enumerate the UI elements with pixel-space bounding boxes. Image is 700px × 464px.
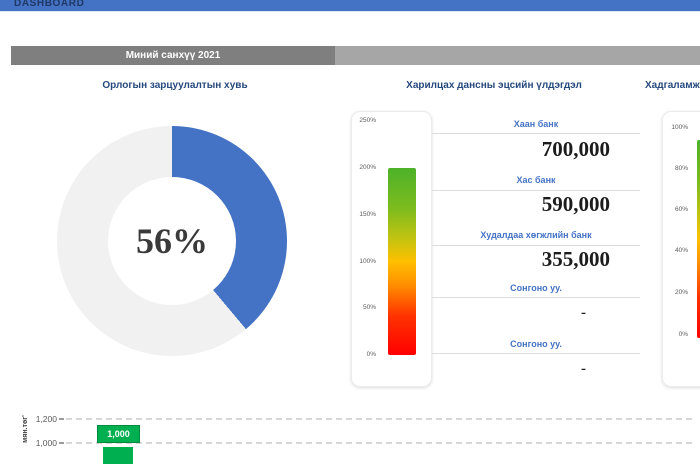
- account-name-dropdown[interactable]: Хас банк: [432, 175, 640, 185]
- savings-gauge-tick: 100%: [664, 124, 688, 131]
- savings-gauge-tick: 20%: [664, 289, 688, 296]
- accounts-gauge-tick: 150%: [352, 211, 376, 218]
- bar-chart-y-tick: 1,200: [27, 414, 57, 424]
- account-balance: -: [432, 361, 586, 378]
- accounts-gauge-tick: 200%: [352, 164, 376, 171]
- bar-series-column: [103, 447, 133, 464]
- savings-gauge-tick: 80%: [664, 165, 688, 172]
- account-name-dropdown[interactable]: Сонгоно уу.: [432, 339, 640, 349]
- account-name-dropdown[interactable]: Хаан банк: [432, 119, 640, 129]
- accounts-section-title: Харилцах дансны эцсийн үлдэгдэл: [360, 80, 628, 91]
- bar-chart-y-axis-title: мян.төг': [22, 401, 32, 457]
- account-name-dropdown[interactable]: Сонгоно уу.: [432, 283, 640, 293]
- row-separator: [432, 190, 640, 191]
- donut-chart: 56%: [57, 126, 287, 356]
- app-title: DASHBOARD: [0, 0, 700, 12]
- row-separator: [432, 245, 640, 246]
- account-balance: 355,000: [432, 247, 610, 272]
- app-header-bar: DASHBOARD: [0, 0, 700, 12]
- tab-bar: Миний санхүү 2021: [11, 46, 700, 65]
- donut-chart-title: Орлогын зарцуулалтын хувь: [40, 80, 310, 91]
- tab-my-finance-2021[interactable]: Миний санхүү 2021: [11, 46, 335, 65]
- accounts-gauge-tick: 50%: [352, 304, 376, 311]
- row-separator: [432, 353, 640, 354]
- row-separator: [432, 133, 640, 134]
- donut-hole: 56%: [108, 177, 236, 305]
- gridline: [66, 442, 692, 444]
- savings-gauge-tick: 40%: [664, 247, 688, 254]
- bar-data-label: 1,000: [97, 425, 140, 443]
- bar-chart-y-tick: 1,000: [27, 438, 57, 448]
- y-tick-mark: [59, 442, 64, 444]
- account-name-dropdown[interactable]: Худалдаа хөгжлийн банк: [432, 230, 640, 240]
- account-balance: -: [432, 305, 586, 322]
- accounts-gauge-tick: 250%: [352, 117, 376, 124]
- row-separator: [432, 297, 640, 298]
- accounts-gauge-tick: 0%: [352, 351, 376, 358]
- accounts-gauge-tick: 100%: [352, 258, 376, 265]
- y-tick-mark: [59, 418, 64, 420]
- accounts-gauge-bar: [388, 168, 416, 355]
- account-balance: 700,000: [432, 137, 610, 162]
- gridline: [66, 418, 692, 420]
- savings-gauge-tick: 0%: [664, 331, 688, 338]
- donut-center-value: 56%: [136, 220, 208, 262]
- savings-section-title: Хадгаламж: [645, 80, 700, 91]
- savings-gauge-tick: 60%: [664, 206, 688, 213]
- account-balance: 590,000: [432, 192, 610, 217]
